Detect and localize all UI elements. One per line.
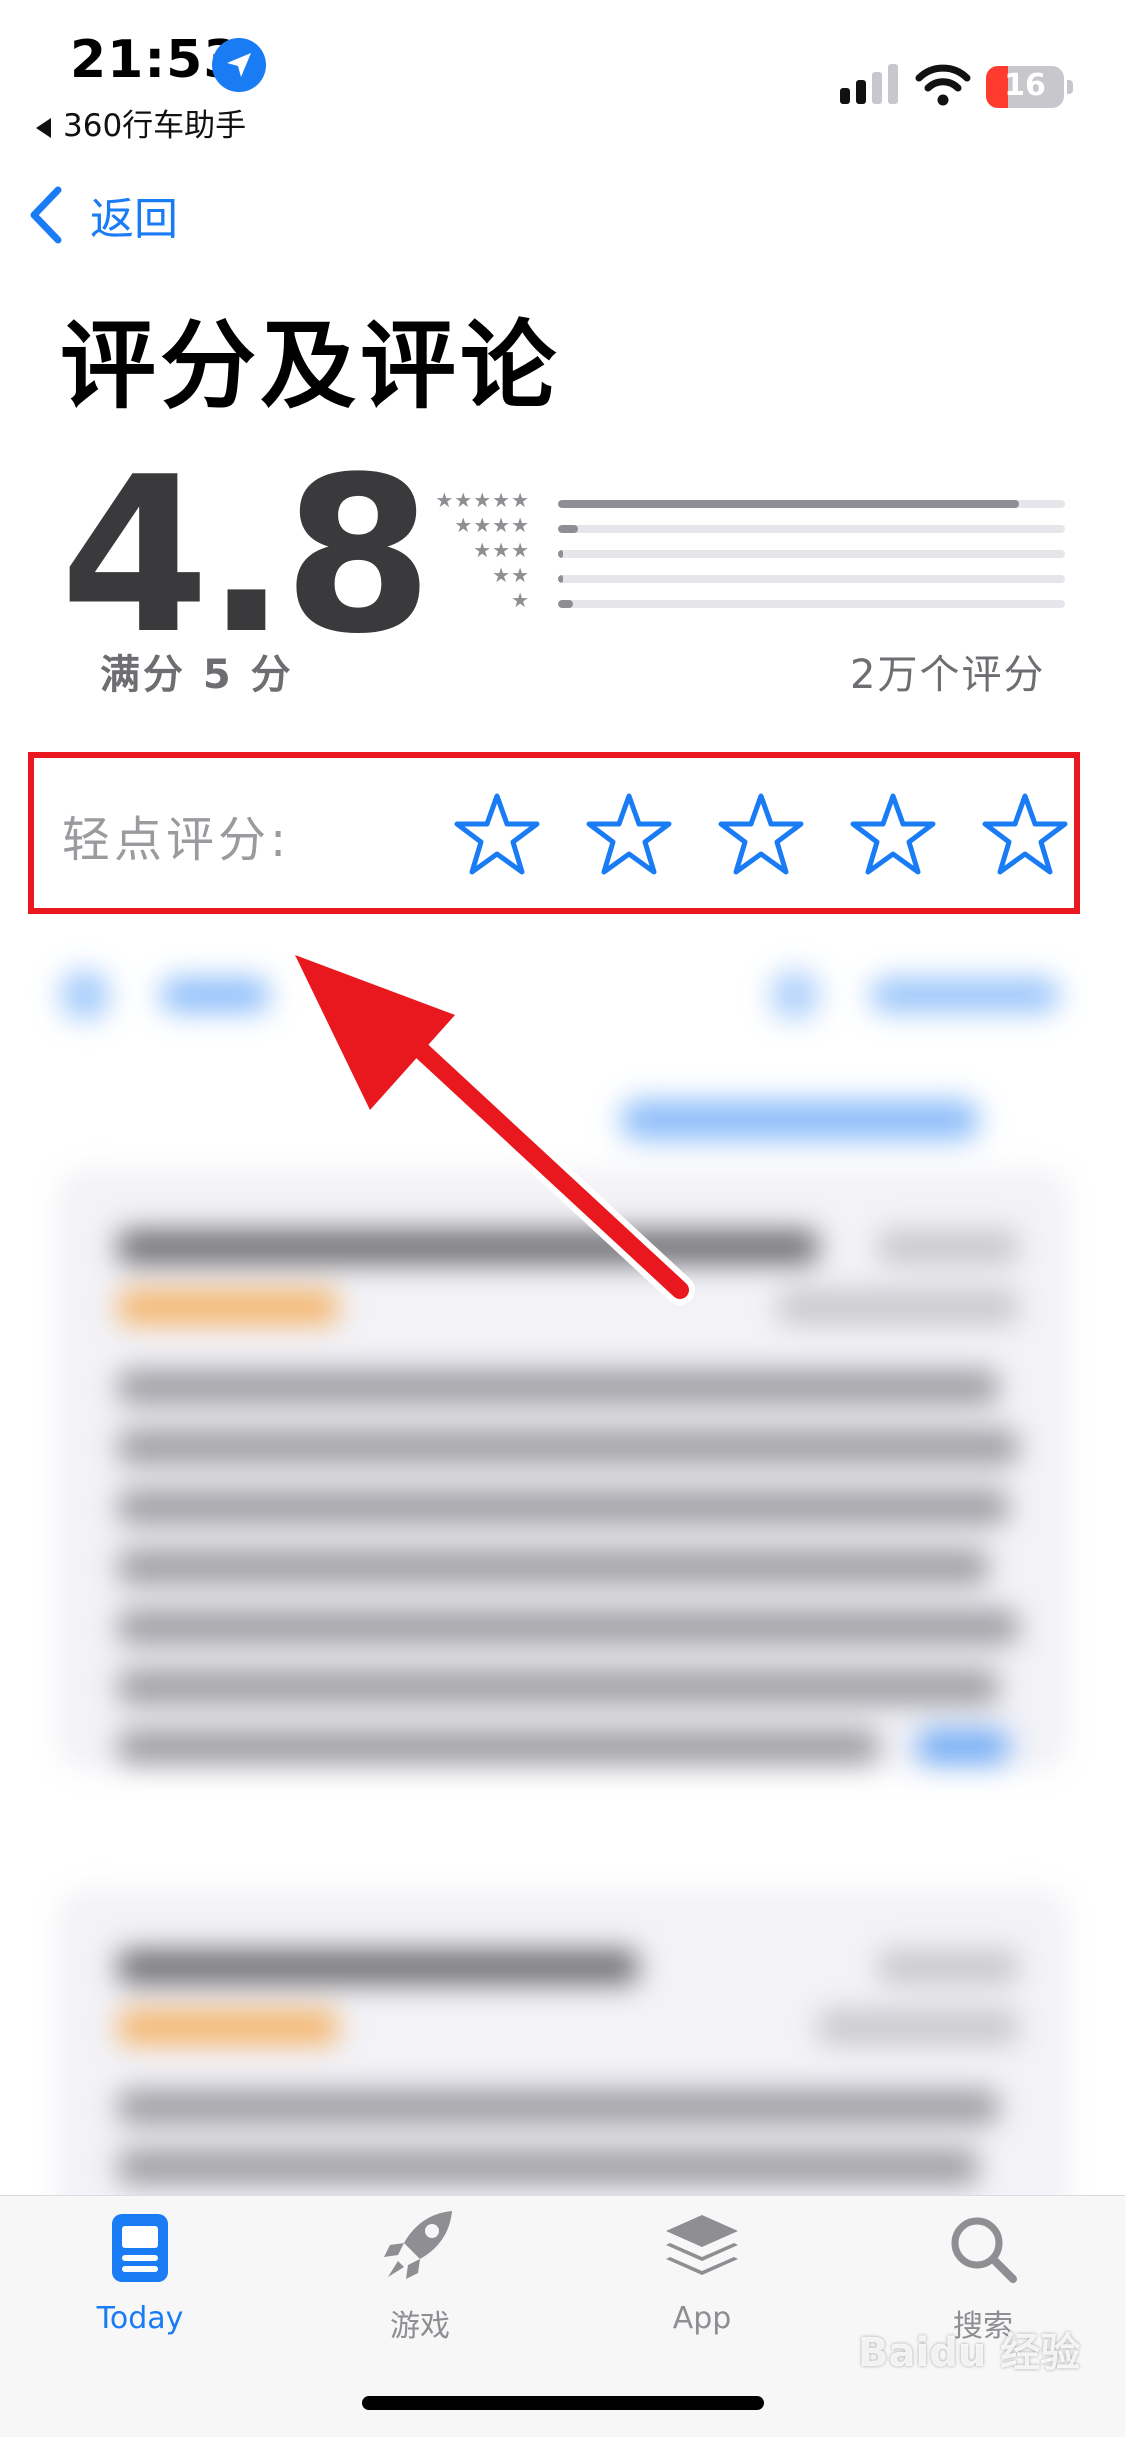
tab-label: 游戏 xyxy=(390,2309,450,2344)
tab-label: Today xyxy=(96,2301,184,2336)
app-layers-icon xyxy=(666,2215,738,2275)
home-indicator[interactable] xyxy=(362,2396,764,2410)
tab-today[interactable]: Today xyxy=(50,2205,230,2336)
rocket-icon xyxy=(384,2211,452,2279)
tab-label: App xyxy=(672,2301,732,2336)
today-icon xyxy=(112,2214,168,2282)
search-icon xyxy=(951,2217,1017,2283)
tab-games[interactable]: 游戏 xyxy=(330,2205,510,2345)
tab-apps[interactable]: App xyxy=(612,2205,792,2336)
annotation-arrow xyxy=(288,948,695,1305)
watermark: Baidu 经验 xyxy=(858,2330,1081,2376)
